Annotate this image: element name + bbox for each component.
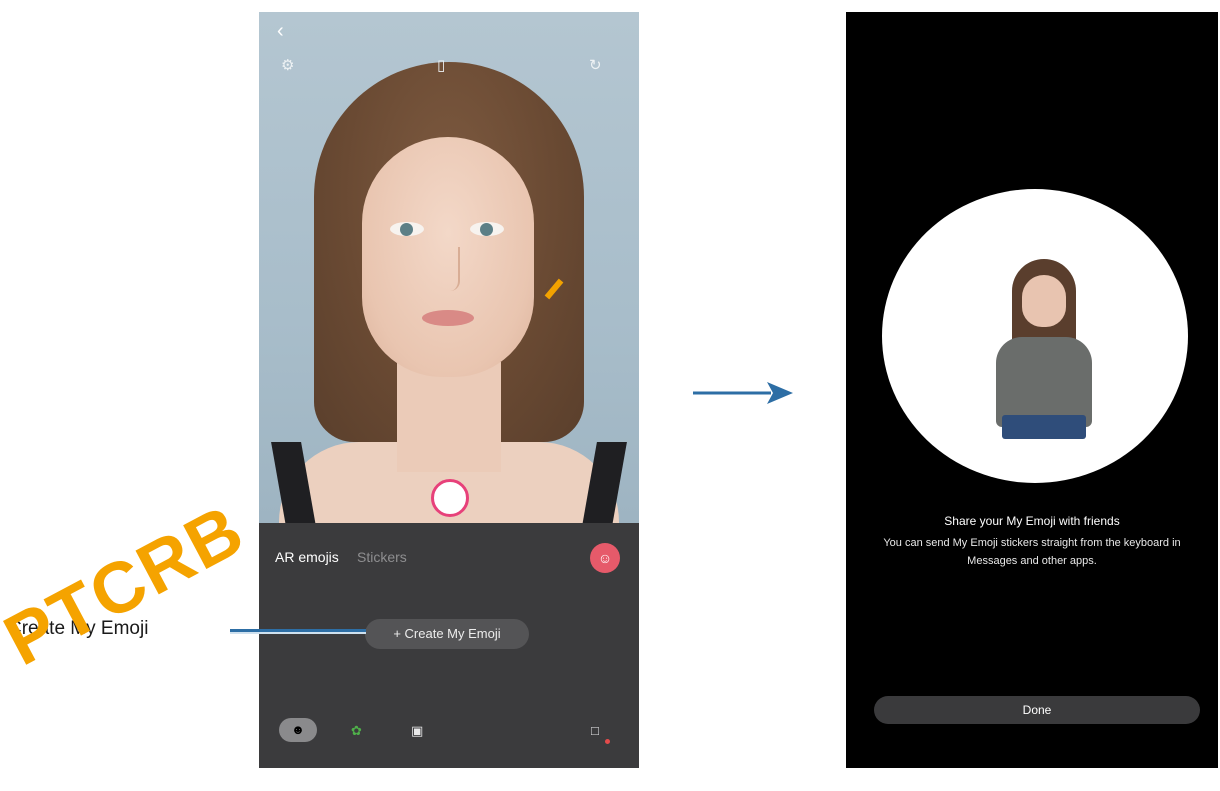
gear-icon[interactable]: ⚙ [281,56,294,74]
emoji-mode-button[interactable]: ☺ [590,543,620,573]
avatar-sweater [996,337,1092,427]
preview-eye-right [470,222,504,236]
camera-preview [259,12,639,562]
camera-switch-icon[interactable]: ↻ [589,56,602,74]
avatar-icon[interactable]: ☻ [279,718,317,742]
preview-lips [422,310,474,326]
notification-dot [605,739,610,744]
decorations-icon[interactable]: ✿ [351,723,362,739]
avatar-face [1022,275,1066,327]
frame-icon[interactable]: ▣ [411,723,423,739]
battery-icon: ▯ [437,57,446,74]
tab-stickers[interactable]: Stickers [357,549,407,565]
camera-screen: ‹ ⚙ ▯ ↻ AR emojis Stickers ☺ + Create My… [259,12,639,768]
ar-emoji-panel: AR emojis Stickers ☺ + Create My Emoji ☻… [259,523,639,768]
done-button[interactable]: Done [874,696,1200,724]
preview-neck [397,362,501,472]
share-title: Share your My Emoji with friends [944,514,1120,528]
robot-face-icon: ☺ [597,550,613,566]
callout-leader-line [230,629,366,634]
watermark: PTCRB [0,489,258,682]
share-emoji-screen: Share your My Emoji with friends You can… [846,12,1218,768]
preview-eye-left [390,222,424,236]
create-my-emoji-button[interactable]: + Create My Emoji [365,619,529,649]
preview-strap-right [581,442,627,532]
preview-nose [438,247,460,291]
arrow-right-icon [693,382,793,404]
share-description: You can send My Emoji stickers straight … [883,537,1181,567]
tab-ar-emojis[interactable]: AR emojis [275,549,339,565]
store-icon[interactable]: □ [591,723,599,738]
chevron-left-icon[interactable]: ‹ [277,20,284,43]
emoji-avatar-circle [882,189,1188,483]
preview-face [362,137,534,377]
shutter-button[interactable] [431,479,469,517]
avatar-jeans [1002,415,1086,439]
